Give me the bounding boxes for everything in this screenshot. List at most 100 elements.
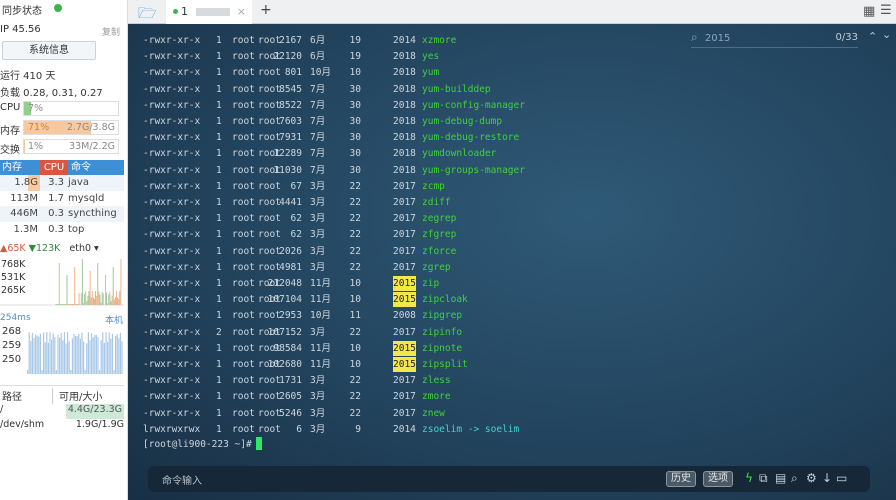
file-row: -rwxr-xr-x 1 root root 67 3月 22 2017 zcmp: [128, 179, 896, 194]
file-day: 22: [349, 245, 361, 257]
copy-ip-button[interactable]: 复制: [102, 25, 120, 38]
search-icon[interactable]: ⌕: [791, 471, 798, 486]
ping-bar: [27, 370, 29, 374]
command-input[interactable]: 命令输入: [162, 472, 202, 487]
shell-prompt: [root@li900-223 ~]#: [143, 437, 262, 452]
file-links: 1: [216, 116, 222, 127]
history-button[interactable]: 历史: [666, 471, 696, 487]
ping-bar: [44, 342, 46, 374]
file-day: 10: [349, 342, 361, 354]
file-group: root: [258, 375, 281, 387]
file-group: root: [258, 67, 281, 79]
ping-bar: [55, 370, 57, 374]
file-links: 1: [216, 375, 222, 387]
file-owner: root: [232, 261, 255, 273]
copy-icon[interactable]: ⧉: [759, 471, 768, 486]
interface-select[interactable]: eth0 ▾: [69, 243, 98, 254]
ping-bar: [95, 335, 97, 374]
terminal[interactable]: ⌕ 2015 0/33 ⌃ ⌄ ✕ -rwxr-xr-x1rootroot216…: [128, 24, 896, 500]
file-year: 2018: [393, 83, 416, 95]
command-bar: 命令输入 历史 选项 ϟ ⧉ ▤ ⌕ ⚙ ↓ ▭: [148, 466, 870, 492]
col-cpu[interactable]: CPU: [40, 160, 68, 175]
file-links: 1: [216, 35, 222, 46]
file-group: root: [258, 116, 281, 127]
file-row: -rwxr-xr-x 1 root root 7931 7月 30 2018 yum-debug…: [128, 130, 896, 145]
ping-bar: [28, 332, 30, 374]
ping-bar: [51, 339, 53, 374]
file-year: 2015: [393, 340, 416, 356]
file-owner: root: [232, 132, 255, 144]
file-year: 2018: [393, 164, 416, 176]
file-row: -rwxr-xr-x 1 root root 107104 11月 10 2015 zipclo…: [128, 292, 896, 308]
gear-icon[interactable]: ⚙: [806, 471, 817, 485]
file-size: 4981: [279, 261, 302, 273]
process-row: 1.8G 3.3 java: [0, 175, 124, 191]
ping-bar: [62, 340, 64, 374]
file-year: 2018: [393, 51, 416, 63]
file-permissions: -rwxr-xr-x: [143, 67, 201, 79]
network-header: ▲65K ▼123K eth0 ▾: [0, 243, 99, 254]
file-group: root: [258, 407, 281, 419]
file-filename: zmore: [422, 391, 451, 403]
file-links: 1: [216, 67, 222, 79]
file-links: 1: [216, 99, 222, 111]
file-year: 2018: [393, 116, 416, 127]
file-filename: zip: [422, 278, 440, 289]
ping-bar: [30, 340, 32, 374]
window-icon[interactable]: ▭: [836, 471, 847, 485]
file-row: -rwxr-xr-x 1 root root 2605 3月 22 2017 zmore: [128, 389, 896, 404]
file-size: 8522: [279, 99, 302, 111]
ping-bar: [81, 332, 83, 374]
file-permissions: -rwxr-xr-x: [143, 310, 201, 322]
tab-session-1[interactable]: 1 ×: [166, 0, 252, 24]
new-tab-button[interactable]: +: [260, 2, 272, 18]
paste-icon[interactable]: ▤: [775, 471, 786, 485]
file-month: 3月: [310, 423, 326, 435]
file-month: 7月: [310, 116, 326, 127]
ping-bar: [31, 332, 33, 374]
system-info-button[interactable]: 系统信息: [2, 41, 96, 60]
network-ticks: 768K 531K 265K: [1, 259, 26, 296]
ping-bar: [75, 335, 77, 374]
file-owner: root: [232, 423, 255, 435]
download-icon[interactable]: ↓: [822, 471, 832, 485]
options-button[interactable]: 选项: [703, 471, 733, 487]
file-year: 2015: [393, 276, 416, 291]
close-tab-icon[interactable]: ×: [237, 0, 246, 24]
file-size: 62: [290, 213, 302, 225]
lightning-icon[interactable]: ϟ: [745, 471, 753, 485]
file-links: 1: [216, 294, 222, 306]
file-permissions: -rwxr-xr-x: [143, 326, 201, 338]
col-command[interactable]: 命令: [68, 160, 91, 175]
file-month: 7月: [310, 99, 326, 111]
file-day: 10: [349, 67, 361, 79]
file-owner: root: [232, 51, 255, 63]
file-day: 22: [349, 326, 361, 338]
file-permissions: -rwxr-xr-x: [143, 180, 201, 192]
file-size: 5246: [279, 407, 302, 419]
file-size: 2953: [279, 310, 302, 322]
file-size: 11030: [273, 164, 302, 176]
file-row: -rwxr-xr-x 1 root root 1731 3月 22 2017 zless: [128, 373, 896, 388]
ping-bar: [116, 334, 118, 374]
ping-bar: [113, 370, 115, 374]
file-month: 3月: [310, 229, 326, 241]
file-size: 4441: [279, 197, 302, 208]
file-links: 1: [216, 359, 222, 370]
cpu-label: CPU: [0, 102, 21, 113]
file-permissions: -rwxr-xr-x: [143, 83, 201, 95]
swap-usage-value: 1%: [28, 141, 44, 152]
file-filename: yum-debug-dump: [422, 116, 503, 127]
col-memory[interactable]: 内存: [0, 160, 40, 175]
file-row: -rwxr-xr-x 1 root root 8522 7月 30 2018 yum-confi…: [128, 98, 896, 113]
file-month: 3月: [310, 213, 326, 225]
file-owner: root: [232, 164, 255, 176]
file-row: -rwxr-xr-x 1 root root 2026 3月 22 2017 zforce: [128, 244, 896, 259]
file-size: 107104: [267, 294, 302, 306]
file-day: 22: [349, 261, 361, 273]
grid-view-icon[interactable]: ▦: [863, 4, 875, 19]
file-size: 167152: [267, 326, 302, 338]
ping-host[interactable]: 本机: [105, 313, 123, 326]
menu-icon[interactable]: ☰: [880, 3, 892, 18]
file-month: 11月: [310, 342, 331, 354]
